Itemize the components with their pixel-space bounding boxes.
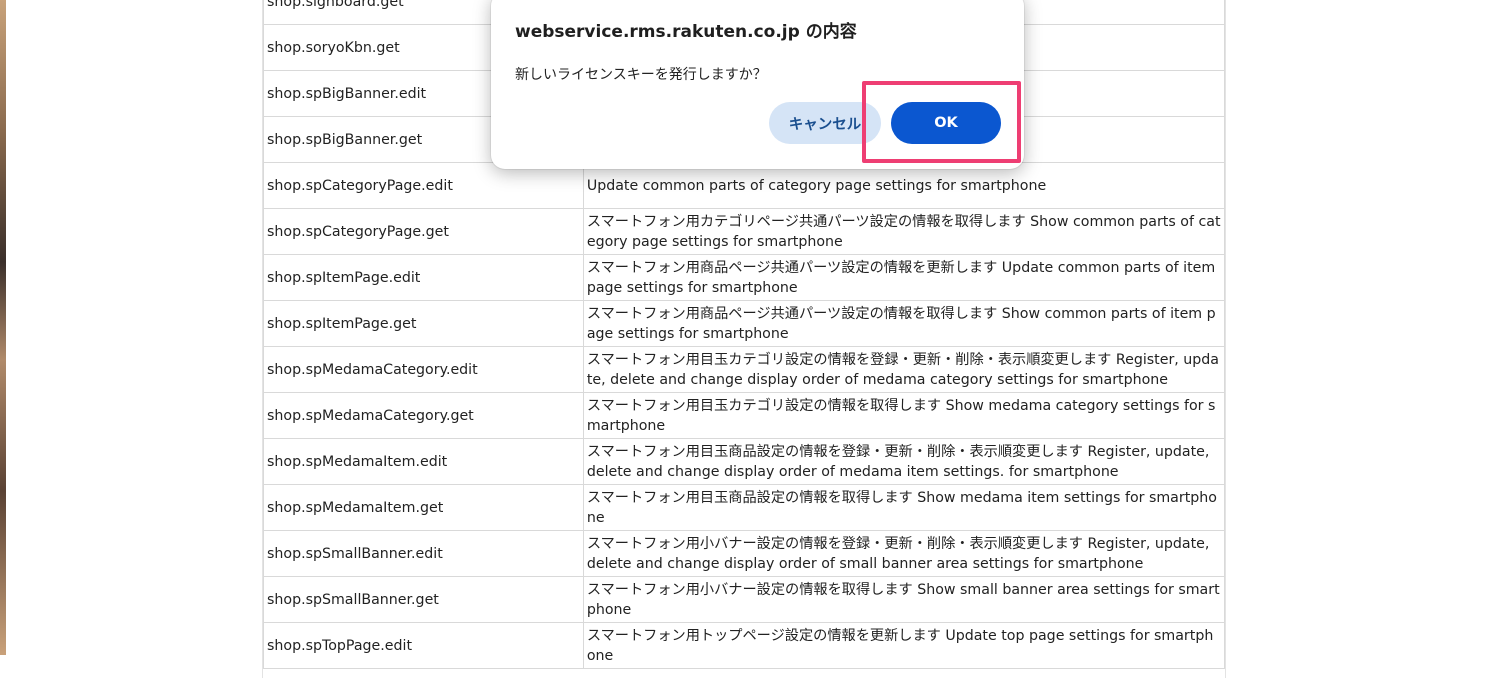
table-row: shop.spMedamaCategory.get スマートフォン用目玉カテゴリ設… <box>263 392 1226 439</box>
api-name-cell: shop.spMedamaItem.get <box>263 484 584 531</box>
table-row: shop.spMedamaItem.get スマートフォン用目玉商品設定の情報を取… <box>263 484 1226 531</box>
api-name-cell: shop.spSmallBanner.get <box>263 576 584 623</box>
table-row: shop.spSmallBanner.get スマートフォン用小バナー設定の情報を… <box>263 576 1226 623</box>
api-name-cell: shop.spTopPage.edit <box>263 622 584 669</box>
api-description-cell: スマートフォン用トップページ設定の情報を更新します Update top pag… <box>582 622 1226 669</box>
table-row: shop.spItemPage.edit スマートフォン用商品ページ共通パーツ設定… <box>263 254 1226 301</box>
api-description-cell: スマートフォン用目玉商品設定の情報を取得します Show medama item… <box>582 484 1226 531</box>
api-description-cell: Update common parts of category page set… <box>582 162 1226 209</box>
api-name-cell: shop.spMedamaCategory.get <box>263 392 584 439</box>
dialog-message: 新しいライセンスキーを発行しますか？ <box>515 67 767 83</box>
table-row: shop.spItemPage.get スマートフォン用商品ページ共通パーツ設定の… <box>263 300 1226 347</box>
api-description-cell: スマートフォン用小バナー設定の情報を登録・更新・削除・表示順変更します Regi… <box>582 530 1226 577</box>
api-name-cell: shop.spMedamaItem.edit <box>263 438 584 485</box>
api-description-cell: スマートフォン用商品ページ共通パーツ設定の情報を取得します Show commo… <box>582 300 1226 347</box>
api-name-cell: shop.spCategoryPage.get <box>263 208 584 255</box>
desktop-background <box>0 0 6 655</box>
ok-button-highlight <box>862 81 1021 163</box>
api-description-cell: スマートフォン用カテゴリページ共通パーツ設定の情報を取得します Show com… <box>582 208 1226 255</box>
api-name-cell: shop.spMedamaCategory.edit <box>263 346 584 393</box>
api-description-cell: スマートフォン用目玉カテゴリ設定の情報を登録・更新・削除・表示順変更します Re… <box>582 346 1226 393</box>
table-row: shop.spCategoryPage.get スマートフォン用カテゴリページ共通… <box>263 208 1226 255</box>
api-name-cell: shop.spItemPage.get <box>263 300 584 347</box>
api-description-cell: スマートフォン用小バナー設定の情報を取得します Show small banne… <box>582 576 1226 623</box>
api-name-cell: shop.spItemPage.edit <box>263 254 584 301</box>
api-name-cell: shop.spCategoryPage.edit <box>263 162 584 209</box>
api-name-cell: shop.spSmallBanner.edit <box>263 530 584 577</box>
table-row: shop.spSmallBanner.edit スマートフォン用小バナー設定の情報… <box>263 530 1226 577</box>
api-description-cell: スマートフォン用商品ページ共通パーツ設定の情報を更新します Update com… <box>582 254 1226 301</box>
api-description-cell: スマートフォン用目玉カテゴリ設定の情報を取得します Show medama ca… <box>582 392 1226 439</box>
table-row: shop.spMedamaCategory.edit スマートフォン用目玉カテゴリ… <box>263 346 1226 393</box>
table-row: shop.spTopPage.edit スマートフォン用トップページ設定の情報を更… <box>263 622 1226 669</box>
table-row: shop.spCategoryPage.edit Update common pa… <box>263 162 1226 209</box>
table-row: shop.spMedamaItem.edit スマートフォン用目玉商品設定の情報を… <box>263 438 1226 485</box>
api-description-cell: スマートフォン用目玉商品設定の情報を登録・更新・削除・表示順変更します Regi… <box>582 438 1226 485</box>
dialog-title: webservice.rms.rakuten.co.jp の内容 <box>515 22 857 42</box>
